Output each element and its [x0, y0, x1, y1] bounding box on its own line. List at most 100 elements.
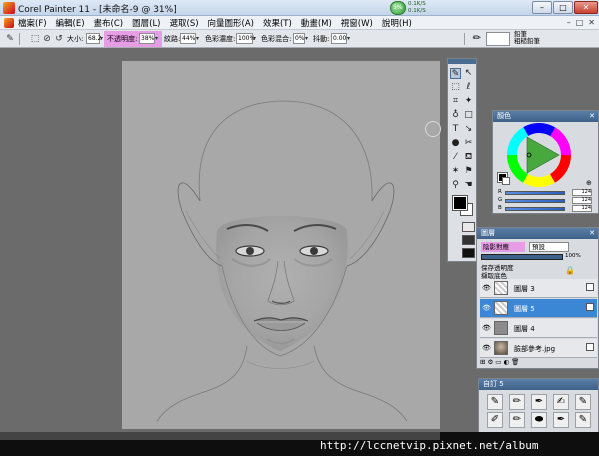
bleed-field[interactable]: 0% [293, 33, 305, 44]
menu-effects[interactable]: 效果(T) [263, 17, 292, 29]
brush-dab-icon[interactable]: ⬚ [29, 33, 41, 45]
additional-color-chip[interactable] [502, 177, 510, 185]
opacity-field[interactable]: 38% [139, 33, 155, 44]
drawing-canvas[interactable] [122, 61, 440, 429]
layers-panel-header[interactable]: 圖層 ✕ [477, 228, 598, 239]
composite-depth-select[interactable]: 預設 [529, 242, 569, 252]
layer-mask-icon[interactable]: ◐ [503, 358, 511, 366]
green-slider[interactable] [505, 199, 565, 203]
brush-stroke-icon[interactable]: ⊘ [41, 33, 53, 45]
custom-brush-3-icon[interactable]: ✒ [531, 394, 547, 410]
rubber-stamp-icon[interactable]: ⚑ [463, 166, 474, 177]
selector-icon[interactable]: ↘ [463, 124, 474, 135]
maximize-button[interactable]: □ [553, 1, 573, 14]
custom-brush-10-icon[interactable]: ✎ [575, 412, 591, 428]
eye-icon[interactable]: 👁 [482, 344, 491, 352]
layer-row-5[interactable]: 👁 圖層 5 [480, 299, 597, 318]
menu-help[interactable]: 說明(H) [382, 17, 412, 29]
paper-selector-thumb[interactable] [462, 222, 475, 232]
brush-preview-box[interactable] [486, 32, 510, 46]
menu-select[interactable]: 選取(S) [170, 17, 199, 29]
red-value-field[interactable]: 124 [572, 189, 592, 196]
rect-select-icon[interactable]: ⬚ [450, 82, 461, 93]
grain-field[interactable]: 44% [180, 33, 196, 44]
minimize-button[interactable]: – [532, 1, 552, 14]
layer-opacity-slider[interactable] [481, 254, 563, 260]
doc-restore-button[interactable]: □ [576, 18, 584, 27]
doc-minimize-button[interactable]: – [567, 18, 571, 27]
size-field[interactable]: 68.2 [86, 33, 101, 44]
color-info-icon[interactable]: ⊕ [586, 179, 592, 187]
shape-select-icon[interactable]: ● [450, 138, 461, 149]
custom-brush-7-icon[interactable]: ✏ [509, 412, 525, 428]
scissors-icon[interactable]: ✂ [463, 138, 474, 149]
lock-icon[interactable]: 🔒 [565, 266, 575, 275]
magic-wand-icon[interactable]: ✦ [463, 96, 474, 107]
blue-value-field[interactable]: 124 [572, 205, 592, 212]
color-wheel[interactable] [507, 123, 571, 187]
close-icon[interactable]: ✕ [589, 228, 595, 239]
green-value-field[interactable]: 124 [572, 197, 592, 204]
grain-dropdown-icon[interactable]: ▾ [196, 33, 203, 44]
toolbox-header[interactable] [448, 59, 476, 64]
menu-edit[interactable]: 編輯(E) [56, 17, 85, 29]
resat-dropdown-icon[interactable]: ▾ [253, 33, 260, 44]
layer-thumbnail [494, 341, 508, 355]
magnifier-icon[interactable]: ⚲ [450, 180, 461, 191]
menu-canvas[interactable]: 畫布(C) [94, 17, 124, 29]
menu-movie[interactable]: 動畫(M) [301, 17, 332, 29]
custom-brush-1-icon[interactable]: ✎ [487, 394, 503, 410]
custom-brush-6-icon[interactable]: ✐ [487, 412, 503, 428]
eye-icon[interactable]: 👁 [482, 324, 491, 332]
brush-tool-icon[interactable]: ✎ [4, 33, 16, 45]
custom-brush-5-icon[interactable]: ✎ [575, 394, 591, 410]
eye-icon[interactable]: 👁 [482, 304, 491, 312]
menu-shapes[interactable]: 向量圖形(A) [208, 17, 254, 29]
delete-layer-icon[interactable]: 🗑 [511, 358, 521, 366]
painter-app-icon[interactable] [3, 2, 15, 14]
text-tool-icon[interactable]: T [450, 124, 461, 135]
opacity-dropdown-icon[interactable]: ▾ [155, 33, 162, 44]
lasso-icon[interactable]: ℓ [463, 82, 474, 93]
composite-method-select[interactable]: 陰影對應 [481, 242, 525, 252]
paint-bucket-icon[interactable]: ⛾ [463, 152, 474, 163]
doc-close-button[interactable]: ✕ [588, 18, 595, 27]
bleed-dropdown-icon[interactable]: ▾ [305, 33, 312, 44]
pen-icon[interactable]: ♁ [450, 110, 461, 121]
layer-row-4[interactable]: 👁 圖層 4 [480, 319, 597, 338]
document-icon[interactable] [4, 18, 14, 28]
clone-icon[interactable]: ✶ [450, 166, 461, 177]
pencil-brush-icon[interactable]: ✏ [470, 32, 484, 46]
pattern-selector-thumb[interactable] [462, 235, 475, 245]
custom-palette-header[interactable]: 自訂 5 [479, 379, 598, 390]
menu-layers[interactable]: 圖層(L) [132, 17, 160, 29]
jitter-dropdown-icon[interactable]: ▾ [347, 33, 354, 44]
hand-grabber-icon[interactable]: ☚ [463, 180, 474, 191]
menu-file[interactable]: 檔案(F) [18, 17, 47, 29]
eye-icon[interactable]: 👁 [482, 284, 491, 292]
rect-shape-icon[interactable]: □ [463, 110, 474, 121]
custom-brush-8-icon[interactable]: ⬬ [531, 412, 547, 428]
close-button[interactable]: ✕ [574, 1, 598, 14]
custom-brush-2-icon[interactable]: ✏ [509, 394, 525, 410]
brush-tool[interactable]: ✎ [450, 68, 461, 79]
dropper-tool[interactable]: ↖ [463, 68, 474, 79]
menu-window[interactable]: 視窗(W) [341, 17, 373, 29]
custom-brush-9-icon[interactable]: ✒ [553, 412, 569, 428]
eyedropper-icon[interactable]: ⁄ [450, 152, 461, 163]
reset-brush-icon[interactable]: ↺ [53, 33, 65, 45]
resat-field[interactable]: 100% [236, 33, 255, 44]
gradient-selector-thumb[interactable] [462, 248, 475, 258]
colors-panel-header[interactable]: 顏色 ✕ [493, 111, 598, 122]
foreground-color-swatch[interactable] [452, 195, 468, 211]
layer-row-3[interactable]: 👁 圖層 3 [480, 279, 597, 298]
layer-row-reference[interactable]: 👁 臉部參考.jpg [480, 339, 597, 358]
close-icon[interactable]: ✕ [589, 111, 595, 122]
custom-brush-4-icon[interactable]: ✍ [553, 394, 569, 410]
red-slider[interactable] [505, 191, 565, 195]
blue-slider[interactable] [505, 207, 565, 211]
jitter-field[interactable]: 0.00 [331, 33, 347, 44]
layer-opacity-value[interactable]: 100% [565, 253, 581, 259]
brush-selector[interactable]: 鉛筆 粗糙鉛筆 [514, 31, 540, 45]
crop-icon[interactable]: ⌗ [450, 96, 461, 107]
